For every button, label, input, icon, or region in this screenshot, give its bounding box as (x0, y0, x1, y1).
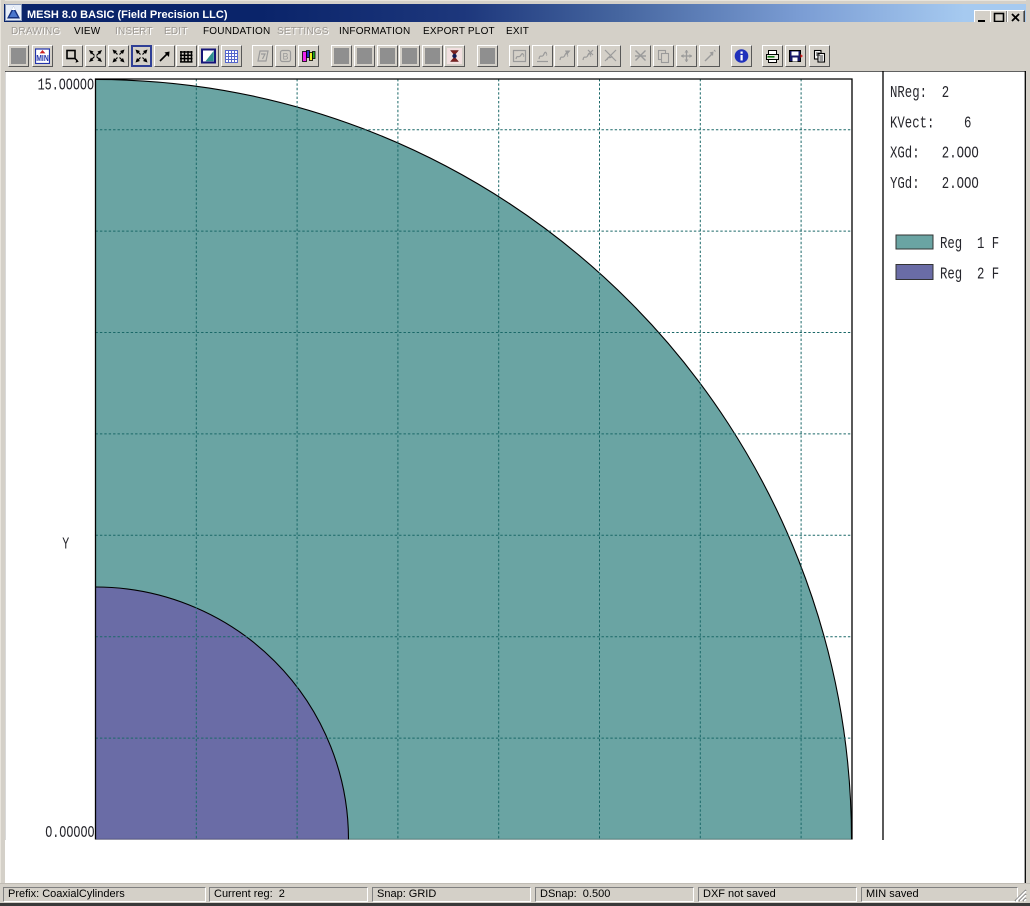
svg-text:Reg 1 F: Reg 1 F (940, 235, 999, 254)
svg-text:B: B (282, 52, 288, 62)
svg-text:KVect: 6: KVect: 6 (890, 114, 971, 133)
svg-text:15.OOOOO: 15.OOOOO (38, 77, 94, 96)
svg-text:Y: Y (62, 536, 69, 555)
svg-text:YGd: 2.OOO: YGd: 2.OOO (890, 175, 979, 194)
svg-text:NReg: 2: NReg: 2 (890, 84, 949, 103)
svg-text:O.OOOOO: O.OOOOO (45, 824, 94, 843)
svg-text:Reg 2 F: Reg 2 F (940, 266, 999, 285)
svg-text:XGd: 2.OOO: XGd: 2.OOO (890, 145, 979, 164)
svg-text:MIN: MIN (36, 53, 49, 63)
